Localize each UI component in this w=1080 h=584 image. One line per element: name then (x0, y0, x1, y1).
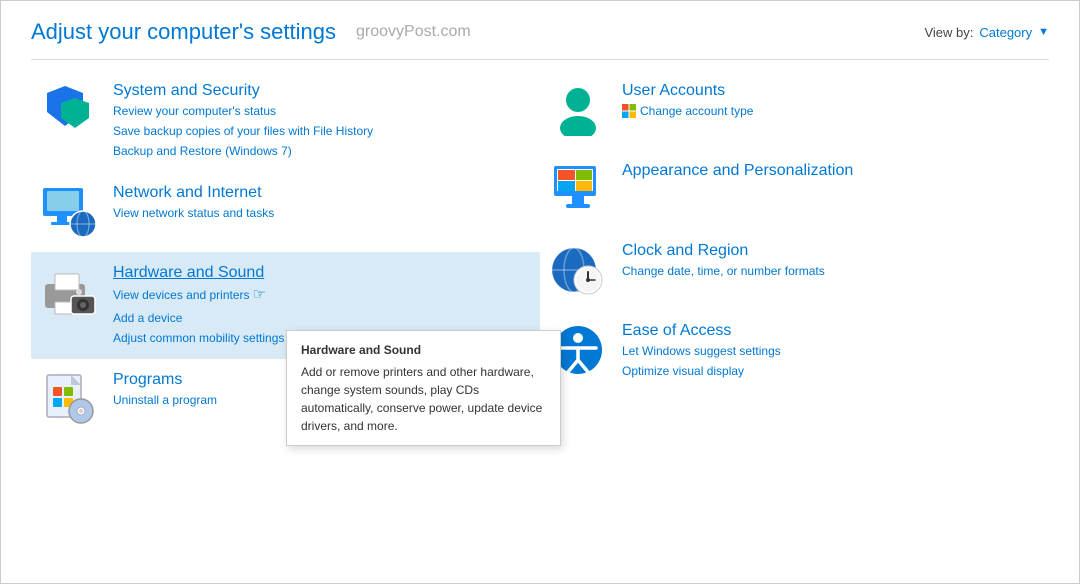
programs-icon (41, 371, 97, 427)
category-ease-access: Ease of Access Let Windows suggest setti… (540, 310, 1049, 392)
appearance-svg (552, 164, 604, 216)
clock-region-icon (550, 242, 606, 298)
system-security-link-2[interactable]: Backup and Restore (Windows 7) (113, 142, 373, 160)
appearance-icon (550, 162, 606, 218)
header: Adjust your computer's settings groovyPo… (1, 1, 1079, 59)
appearance-title[interactable]: Appearance and Personalization (622, 162, 853, 180)
clock-region-title[interactable]: Clock and Region (622, 242, 825, 260)
control-panel-window: Adjust your computer's settings groovyPo… (0, 0, 1080, 584)
content-area: System and Security Review your computer… (1, 60, 1079, 583)
clock-region-svg (552, 244, 604, 296)
chevron-down-icon[interactable]: ▼ (1038, 26, 1049, 38)
viewby-label: View by: (924, 25, 973, 40)
programs-link-0[interactable]: Uninstall a program (113, 391, 217, 409)
programs-title[interactable]: Programs (113, 371, 217, 389)
hardware-sound-icon (41, 264, 97, 320)
programs-text: Programs Uninstall a program (113, 371, 217, 409)
network-internet-svg (41, 186, 97, 238)
hardware-sound-text: Hardware and Sound View devices and prin… (113, 264, 284, 347)
watermark: groovyPost.com (356, 23, 471, 41)
network-internet-icon (41, 184, 97, 240)
user-accounts-title[interactable]: User Accounts (622, 82, 753, 100)
header-left: Adjust your computer's settings groovyPo… (31, 19, 471, 45)
category-clock-region: Clock and Region Change date, time, or n… (540, 230, 1049, 310)
viewby-dropdown[interactable]: Category (979, 25, 1032, 40)
ease-access-title[interactable]: Ease of Access (622, 322, 781, 340)
user-accounts-text: User Accounts Change account type (622, 82, 753, 120)
user-accounts-icon (550, 82, 606, 138)
page-title: Adjust your computer's settings (31, 19, 336, 45)
user-accounts-link-0[interactable]: Change account type (622, 102, 753, 120)
tooltip-description: Add or remove printers and other hardwar… (301, 363, 546, 435)
header-right: View by: Category ▼ (924, 25, 1049, 40)
windows-shield-icon (622, 104, 636, 118)
change-account-type-text: Change account type (640, 102, 753, 120)
category-network-internet: Network and Internet View network status… (31, 172, 540, 252)
system-security-link-1[interactable]: Save backup copies of your files with Fi… (113, 122, 373, 140)
hardware-sound-tooltip: Hardware and Sound Add or remove printer… (286, 330, 561, 446)
link-text-view-devices: View devices and printers (113, 286, 250, 304)
user-accounts-svg (552, 84, 604, 136)
left-column: System and Security Review your computer… (31, 70, 540, 573)
system-security-svg (43, 84, 95, 136)
ease-access-text: Ease of Access Let Windows suggest setti… (622, 322, 781, 380)
programs-svg (43, 373, 95, 425)
system-security-link-0[interactable]: Review your computer's status (113, 102, 373, 120)
ease-access-link-0[interactable]: Let Windows suggest settings (622, 342, 781, 360)
clock-region-link-0[interactable]: Change date, time, or number formats (622, 262, 825, 280)
hardware-sound-link-0[interactable]: View devices and printers ☞ (113, 284, 284, 307)
system-security-text: System and Security Review your computer… (113, 82, 373, 160)
tooltip-title: Hardware and Sound (301, 341, 546, 359)
hardware-sound-link-2[interactable]: Adjust common mobility settings (113, 329, 284, 347)
hardware-sound-link-1[interactable]: Add a device (113, 309, 284, 327)
network-internet-text: Network and Internet View network status… (113, 184, 274, 222)
hardware-sound-title[interactable]: Hardware and Sound (113, 264, 284, 282)
system-security-icon (41, 82, 97, 138)
cursor-icon: ☞ (253, 284, 266, 307)
appearance-text: Appearance and Personalization (622, 162, 853, 180)
hardware-sound-svg (41, 266, 97, 318)
category-appearance: Appearance and Personalization (540, 150, 1049, 230)
right-column: User Accounts Change account type (540, 70, 1049, 573)
ease-access-link-1[interactable]: Optimize visual display (622, 362, 781, 380)
network-internet-link-0[interactable]: View network status and tasks (113, 204, 274, 222)
clock-region-text: Clock and Region Change date, time, or n… (622, 242, 825, 280)
category-system-security: System and Security Review your computer… (31, 70, 540, 172)
category-user-accounts: User Accounts Change account type (540, 70, 1049, 150)
network-internet-title[interactable]: Network and Internet (113, 184, 274, 202)
system-security-title[interactable]: System and Security (113, 82, 373, 100)
